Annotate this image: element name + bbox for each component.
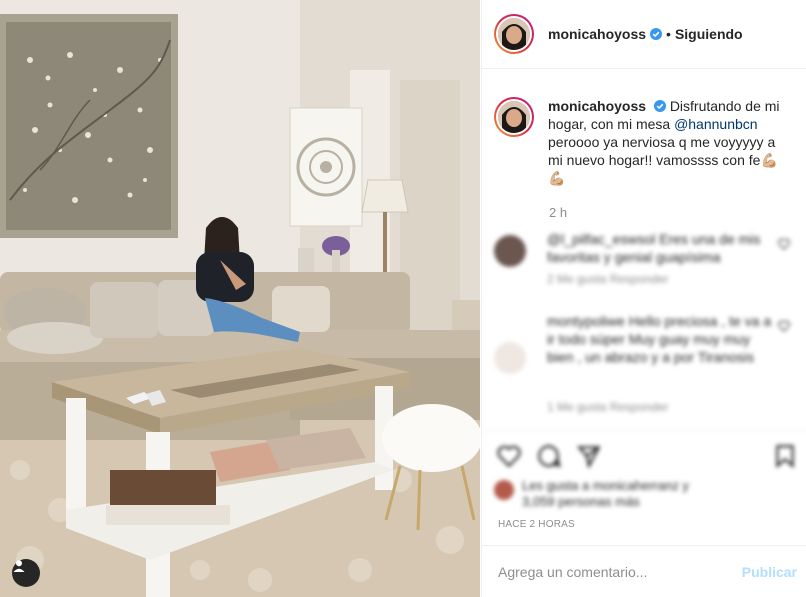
header-separator: • (666, 26, 671, 42)
add-comment-bar: Publicar (482, 545, 806, 597)
post-photo[interactable] (0, 0, 480, 597)
following-button[interactable]: Siguiendo (675, 26, 743, 42)
person-icon (13, 560, 25, 572)
caption-time[interactable]: 2 h (549, 205, 806, 220)
comment-item: @l_pilfac_eswsol Eres una de mis favorit… (494, 230, 794, 290)
comment-like-icon[interactable] (778, 238, 790, 250)
living-room-photo (0, 0, 480, 597)
comment-meta[interactable]: 2 Me gusta Responder (547, 272, 668, 286)
action-bar (482, 430, 806, 480)
caption-username[interactable]: monicahoyoss (548, 98, 646, 114)
caption-avatar[interactable] (494, 97, 534, 137)
comment-text: @l_pilfac_eswsol Eres una de mis favorit… (547, 231, 761, 265)
profile-photo (498, 18, 530, 50)
profile-photo (498, 101, 530, 133)
caption-body-2: peroooo ya nerviosa q me voyyyyy a mi nu… (548, 134, 776, 168)
comment-input[interactable] (498, 563, 742, 580)
caption-text: monicahoyoss Disfrutando de mi hogar, co… (548, 97, 790, 187)
header-username[interactable]: monicahoyoss (548, 26, 646, 42)
comment-avatar[interactable] (494, 235, 526, 267)
comment-text: montypoliwe Hello preciosa , te va a ir … (547, 313, 772, 365)
caption-mention-link[interactable]: @hannunbcn (674, 116, 758, 132)
user-tag-button[interactable] (12, 559, 40, 587)
comment-like-icon[interactable] (778, 320, 790, 332)
verified-badge-icon (653, 100, 666, 112)
post-caption: monicahoyoss Disfrutando de mi hogar, co… (482, 69, 806, 187)
likes-summary[interactable]: Les gusta a monicaherranz y 3,059 person… (494, 476, 794, 510)
post-header: monicahoyoss • Siguiendo (482, 0, 806, 69)
verified-badge-icon (650, 28, 663, 40)
comment-meta[interactable]: 1 Me gusta Responder (547, 400, 668, 414)
publish-button[interactable]: Publicar (742, 564, 797, 580)
liker-avatar (494, 480, 514, 500)
post-timestamp[interactable]: HACE 2 HORAS (498, 519, 575, 530)
share-icon[interactable] (576, 443, 602, 469)
bookmark-icon[interactable] (772, 443, 798, 469)
comment-item: montypoliwe Hello preciosa , te va a ir … (494, 312, 794, 417)
avatar[interactable] (494, 14, 534, 54)
comment-icon[interactable] (536, 443, 562, 469)
post-sidebar: monicahoyoss • Siguiendo monicahoyoss Di… (481, 0, 806, 597)
comment-avatar[interactable] (494, 342, 526, 374)
likes-text: Les gusta a monicaherranz y 3,059 person… (522, 478, 689, 509)
heart-icon[interactable] (496, 443, 522, 469)
